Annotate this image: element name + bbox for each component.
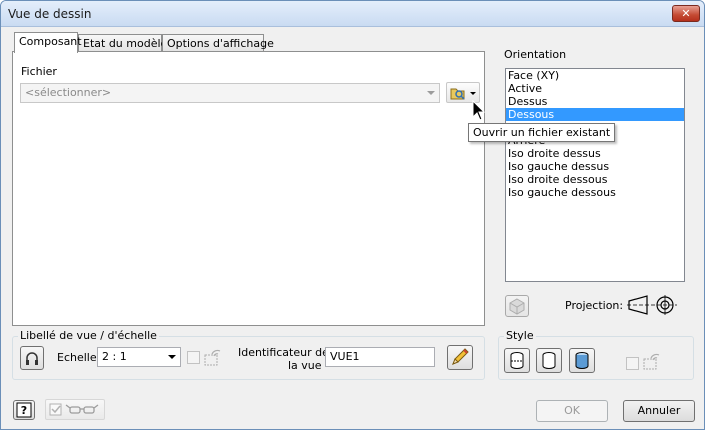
chevron-down-icon xyxy=(427,91,435,95)
pencil-icon xyxy=(452,348,469,365)
orientation-title: Orientation xyxy=(504,48,567,61)
list-item[interactable]: Iso droite dessous xyxy=(506,173,684,186)
edit-view-label-button[interactable] xyxy=(20,346,44,370)
tab-options-affichage[interactable]: Options d'affichage xyxy=(162,34,274,52)
scale-label: Echelle xyxy=(57,351,97,364)
view-identifier-input[interactable]: VUE1 xyxy=(325,347,435,367)
file-combo-value: <sélectionner> xyxy=(25,86,112,99)
window-title: Vue de dessin xyxy=(8,7,92,21)
preview-glasses-icon xyxy=(49,403,99,416)
projection-label: Projection: xyxy=(565,299,624,312)
cylinder-shaded-icon xyxy=(575,352,589,369)
identifier-label-line1: Identificateur de xyxy=(238,346,329,359)
file-label: Fichier xyxy=(21,65,57,78)
list-item[interactable]: Active xyxy=(506,82,684,95)
list-item[interactable]: Dessus xyxy=(506,95,684,108)
list-item[interactable]: Iso gauche dessus xyxy=(506,160,684,173)
mouse-cursor-icon xyxy=(472,100,486,121)
style-visibility-checkbox[interactable] xyxy=(626,357,639,370)
view-label-title: Libellé de vue / d'échelle xyxy=(18,329,159,342)
style-title: Style xyxy=(504,329,536,342)
dialog-window: Vue de dessin ✕ Composant Etat du modèle… xyxy=(0,0,705,430)
cylinder-wireframe-icon xyxy=(542,352,556,369)
list-item[interactable]: Iso droite dessus xyxy=(506,147,684,160)
projection-first-angle-icon[interactable] xyxy=(627,293,679,317)
headphones-label-icon xyxy=(26,352,38,365)
cylinder-hidden-line-icon xyxy=(510,352,524,369)
file-combo[interactable]: <sélectionner> xyxy=(20,83,440,103)
preview-toggle-group[interactable] xyxy=(45,399,105,420)
style-hidden-line-removed-button[interactable] xyxy=(536,348,562,373)
label-visibility-icon xyxy=(204,349,221,366)
tab-etat-du-modele[interactable]: Etat du modèle xyxy=(78,34,167,52)
cancel-button[interactable]: Annuler xyxy=(623,400,695,422)
list-item[interactable]: Iso gauche dessous xyxy=(506,186,684,199)
cube-view-icon xyxy=(509,298,525,315)
tab-composant[interactable]: Composant xyxy=(14,32,82,53)
style-visibility-icon xyxy=(643,353,660,370)
title-bar[interactable]: Vue de dessin ✕ xyxy=(1,1,704,27)
style-hidden-line-button[interactable] xyxy=(504,348,530,373)
style-shaded-button[interactable] xyxy=(569,348,595,373)
scale-value: 2 : 1 xyxy=(102,350,127,363)
list-item[interactable]: Face (XY) xyxy=(506,69,684,82)
orientation-list[interactable]: Face (XY) Active Dessus Dessous Droite A… xyxy=(505,68,685,282)
scale-visibility-checkbox[interactable] xyxy=(187,351,200,364)
svg-text:?: ? xyxy=(21,404,27,417)
chevron-down-icon xyxy=(168,355,176,359)
close-button[interactable]: ✕ xyxy=(672,5,700,22)
ok-button[interactable]: OK xyxy=(536,400,608,422)
edit-identifier-button[interactable] xyxy=(447,345,473,370)
list-item-selected[interactable]: Dessous xyxy=(506,108,684,121)
help-button[interactable]: ? xyxy=(13,400,35,420)
scale-select[interactable]: 2 : 1 xyxy=(97,347,181,367)
identifier-label-line2: la vue xyxy=(288,359,322,372)
custom-view-button[interactable] xyxy=(505,295,529,317)
help-icon: ? xyxy=(16,402,32,418)
tooltip-open-file: Ouvrir un fichier existant xyxy=(468,123,616,142)
